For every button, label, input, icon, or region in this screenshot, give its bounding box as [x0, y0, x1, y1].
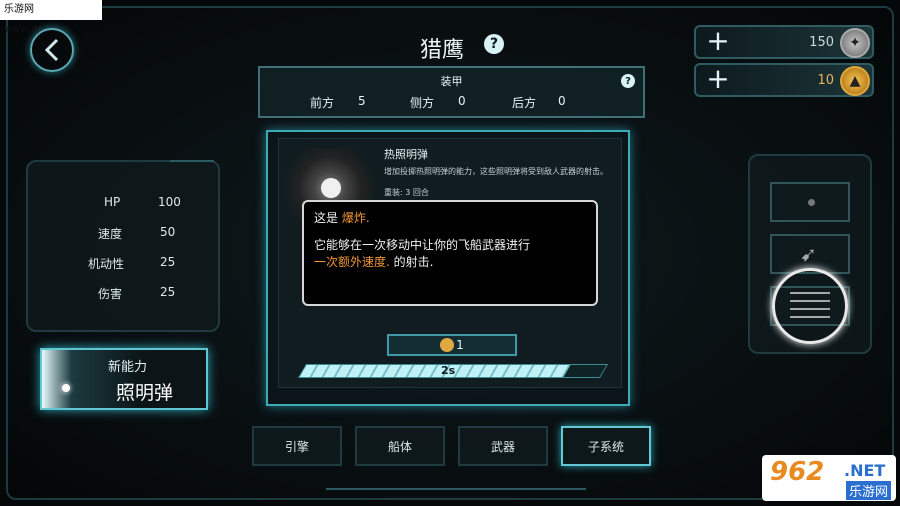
ability-slot-1[interactable] [770, 182, 850, 222]
tab-engine[interactable]: 引擎 [252, 426, 342, 466]
tab-subsystems[interactable]: 子系统 [561, 426, 651, 466]
back-button[interactable] [30, 28, 74, 72]
gold-amount: 10 [817, 73, 834, 88]
page-title: 猎鹰 [420, 38, 465, 63]
purchase-cost: 1 [456, 338, 464, 352]
ability-name: 热照明弹 [384, 148, 428, 161]
new-ability-card[interactable]: 新能力 照明弹 [40, 348, 208, 410]
tooltip-line2: 它能够在一次移动中让你的飞船武器进行 [314, 238, 531, 252]
watermark-cn: 乐游网 [846, 481, 892, 500]
armor-front-value: 5 [358, 94, 366, 108]
new-ability-label: 新能力 [108, 360, 148, 375]
watermark-bottom: 962 .NET 乐游网 [762, 455, 896, 501]
stat-value-maneuver: 25 [160, 255, 176, 269]
armor-title: 装甲 [440, 75, 463, 88]
stat-label-maneuver: 机动性 [88, 257, 125, 271]
stats-panel [26, 160, 220, 332]
stat-value-speed: 50 [160, 225, 176, 239]
armor-rear-value: 0 [558, 94, 566, 108]
dot-icon [808, 199, 815, 206]
stat-label-hp: HP [104, 195, 121, 209]
flare-dot-icon [62, 384, 70, 392]
tooltip: 这是 爆炸. 它能够在一次移动中让你的飞船武器进行 一次额外速度. 的射击. [302, 200, 598, 306]
watermark-top: 乐游网 www.962.net [0, 0, 102, 35]
tooltip-line3-suffix: 的射击. [389, 255, 434, 269]
deco-line [170, 160, 214, 162]
stat-label-damage: 伤害 [98, 287, 123, 301]
armor-front-label: 前方 [310, 96, 335, 110]
new-ability-value: 照明弹 [116, 382, 174, 404]
armor-side-label: 侧方 [410, 96, 435, 110]
tooltip-line1-prefix: 这是 [314, 211, 342, 225]
armor-panel: 装甲 ? 前方 5 侧方 0 后方 0 [258, 66, 645, 118]
buy-silver-button[interactable]: + [700, 27, 736, 55]
silver-coin-icon: ✦ [840, 28, 870, 58]
tab-weapons[interactable]: 武器 [458, 426, 548, 466]
chevron-left-icon [44, 38, 59, 62]
armor-side-value: 0 [458, 94, 466, 108]
ability-description: 增加投掷热照明弹的能力，这些照明弹将受到敌人武器的射击。 [384, 167, 608, 176]
flare-icon [321, 178, 341, 198]
armor-rear-label: 后方 [512, 96, 537, 110]
armor-help-icon[interactable]: ? [621, 74, 635, 88]
progress-label: 2s [441, 364, 456, 377]
gold-currency: + 10 ▲ [694, 63, 874, 97]
speed-lines-icon [790, 292, 830, 320]
stat-label-speed: 速度 [98, 227, 123, 241]
gold-coin-icon: ▲ [840, 66, 870, 96]
tooltip-line3-highlight: 一次额外速度. [314, 255, 390, 269]
tooltip-line1-highlight: 爆炸. [341, 211, 370, 225]
help-icon[interactable]: ? [484, 34, 504, 54]
buy-gold-button[interactable]: + [700, 65, 736, 93]
deco-line [326, 488, 586, 490]
silver-amount: 150 [809, 35, 834, 50]
gold-coin-icon [440, 338, 455, 352]
silver-currency: + 150 ✦ [694, 25, 874, 59]
purchase-button[interactable]: 1 [387, 334, 517, 356]
stat-value-damage: 25 [160, 285, 176, 299]
tab-hull[interactable]: 船体 [355, 426, 445, 466]
progress-fill [299, 365, 571, 377]
ability-reload: 重装: 3 回合 [384, 188, 429, 197]
stat-value-hp: 100 [158, 195, 181, 209]
missile-icon: ➹ [800, 242, 817, 266]
watermark-net: .NET [844, 461, 886, 480]
watermark-big: 962 [770, 457, 825, 487]
